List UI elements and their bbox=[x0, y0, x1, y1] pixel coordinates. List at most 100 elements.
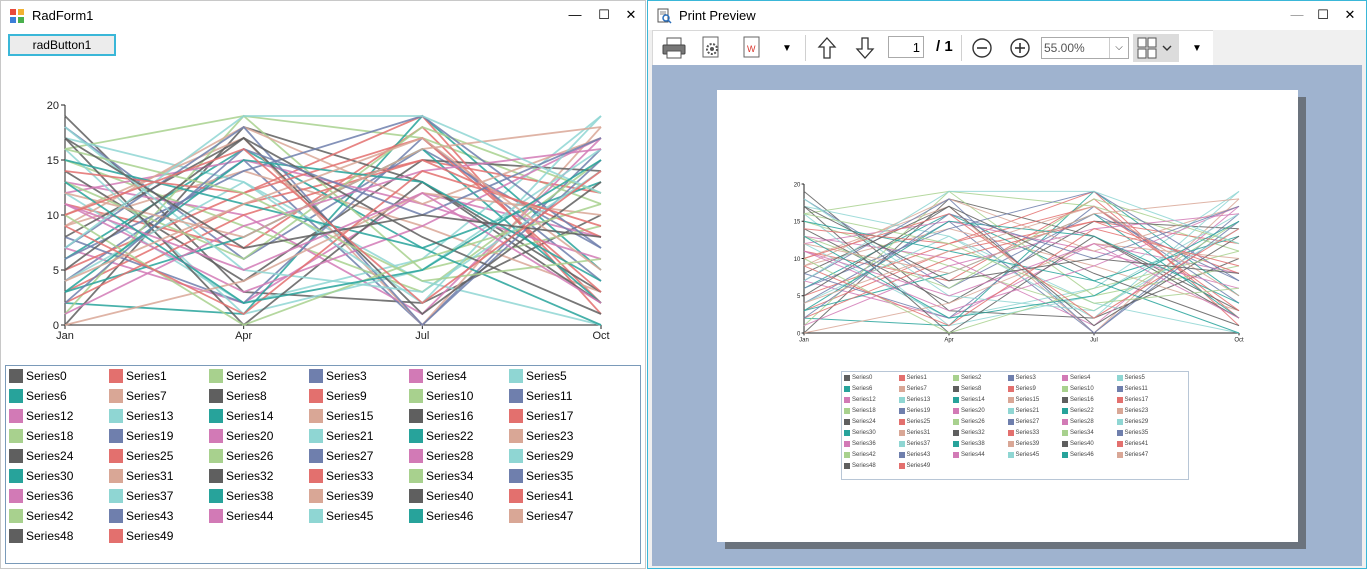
x-tick-label: Jul bbox=[415, 330, 429, 342]
legend-label: Series6 bbox=[26, 389, 67, 403]
preview-legend-swatch bbox=[1116, 441, 1123, 447]
preview-legend-swatch bbox=[1062, 397, 1068, 403]
preview-x-tick-label: Jan bbox=[799, 337, 809, 343]
line-chart: 05101520Jan Apr Jul Oct bbox=[47, 100, 610, 342]
maximize-button[interactable]: ☐ bbox=[592, 5, 616, 25]
rad-button[interactable]: radButton1 bbox=[8, 34, 116, 56]
legend-swatch bbox=[9, 469, 23, 483]
legend-swatch bbox=[109, 449, 123, 463]
printer-icon bbox=[662, 37, 686, 59]
preview-legend-label: Series21 bbox=[1015, 408, 1040, 414]
preview-legend-swatch bbox=[1116, 375, 1123, 381]
more-dropdown-icon[interactable]: ▼ bbox=[779, 34, 795, 62]
preview-legend-label: Series30 bbox=[852, 430, 876, 436]
preview-legend-label: Series48 bbox=[852, 463, 876, 469]
preview-legend-label: Series4 bbox=[1070, 375, 1091, 381]
preview-legend-label: Series40 bbox=[1070, 441, 1094, 447]
close-button[interactable]: ✕ bbox=[619, 5, 643, 25]
maximize-button[interactable]: ☐ bbox=[1311, 5, 1335, 25]
legend-label: Series23 bbox=[526, 429, 574, 443]
preview-legend-swatch bbox=[844, 441, 850, 447]
preview-legend-label: Series34 bbox=[1070, 430, 1094, 436]
legend-swatch bbox=[109, 409, 123, 423]
page-layout-button[interactable] bbox=[1133, 34, 1179, 62]
legend-swatch bbox=[409, 449, 423, 463]
watermark-icon: W bbox=[743, 36, 760, 58]
legend-label: Series8 bbox=[226, 389, 267, 403]
preview-legend-label: Series31 bbox=[906, 430, 931, 436]
legend-label: Series17 bbox=[526, 409, 574, 423]
preview-legend-swatch bbox=[898, 375, 905, 381]
chart-legend: Series0 Series1 Series2 Series3 Series4 Serie… bbox=[5, 365, 641, 564]
radform-title: RadForm1 bbox=[32, 8, 94, 23]
x-tick-label: Apr bbox=[235, 330, 252, 342]
preview-legend-swatch bbox=[898, 419, 905, 425]
form-app-icon bbox=[10, 9, 24, 23]
legend-swatch bbox=[309, 509, 323, 523]
zoom-in-button[interactable] bbox=[1007, 34, 1033, 62]
legend-label: Series18 bbox=[26, 429, 74, 443]
preview-legend-swatch bbox=[898, 386, 905, 392]
legend-label: Series42 bbox=[26, 509, 74, 523]
preview-legend-swatch bbox=[844, 430, 850, 436]
legend-swatch bbox=[9, 489, 23, 503]
preview-legend-swatch bbox=[1062, 452, 1068, 458]
multipage-icon bbox=[1137, 37, 1172, 59]
legend-label: Series46 bbox=[426, 509, 474, 523]
legend-label: Series36 bbox=[26, 489, 74, 503]
legend-swatch bbox=[409, 409, 423, 423]
watermark-button[interactable]: W bbox=[737, 34, 767, 62]
zoom-combobox[interactable]: 55.00% ⌵ bbox=[1041, 37, 1129, 59]
preview-legend-swatch bbox=[1062, 419, 1068, 425]
legend-swatch bbox=[509, 509, 523, 523]
legend-swatch bbox=[209, 449, 223, 463]
legend-swatch bbox=[309, 429, 323, 443]
close-button[interactable]: ✕ bbox=[1338, 5, 1362, 25]
svg-text:W: W bbox=[747, 44, 756, 54]
legend-label: Series41 bbox=[526, 489, 574, 503]
preview-legend-label: Series28 bbox=[1070, 419, 1094, 425]
legend-label: Series24 bbox=[26, 449, 74, 463]
preview-legend-swatch bbox=[953, 375, 959, 381]
zoom-out-button[interactable] bbox=[969, 34, 995, 62]
legend-label: Series38 bbox=[226, 489, 274, 503]
legend-label: Series44 bbox=[226, 509, 274, 523]
preview-area[interactable]: 0 5 10 15 20 Jan Apr Jul Oct Series0 Series1 Serie… bbox=[652, 65, 1362, 566]
legend-swatch bbox=[409, 509, 423, 523]
previous-page-button[interactable] bbox=[813, 34, 841, 62]
legend-label: Series29 bbox=[526, 449, 574, 463]
page-number-input[interactable] bbox=[888, 36, 924, 58]
legend-label: Series10 bbox=[426, 389, 474, 403]
preview-legend-swatch bbox=[844, 419, 850, 425]
preview-legend-label: Series37 bbox=[906, 441, 931, 447]
preview-y-tick-label: 5 bbox=[797, 294, 801, 300]
preview-legend-label: Series0 bbox=[852, 375, 873, 381]
preview-legend-swatch bbox=[1062, 386, 1068, 392]
legend-swatch bbox=[9, 369, 23, 383]
preview-legend-swatch bbox=[1116, 430, 1123, 436]
page-settings-icon bbox=[702, 36, 719, 58]
minimize-button[interactable]: — bbox=[563, 5, 587, 25]
more-dropdown-icon[interactable]: ▼ bbox=[1189, 34, 1205, 62]
preview-legend-label: Series7 bbox=[906, 386, 927, 392]
preview-legend-label: Series2 bbox=[961, 375, 982, 381]
print-button[interactable] bbox=[659, 34, 689, 62]
preview-legend-swatch bbox=[844, 463, 850, 469]
print-settings-button[interactable] bbox=[697, 34, 727, 62]
legend-swatch bbox=[109, 529, 123, 543]
legend-label: Series4 bbox=[426, 369, 467, 383]
radform-titlebar[interactable]: RadForm1 — ☐ ✕ bbox=[1, 1, 645, 30]
next-page-button[interactable] bbox=[851, 34, 879, 62]
legend-swatch bbox=[209, 469, 223, 483]
chevron-down-icon[interactable]: ⌵ bbox=[1109, 38, 1128, 58]
minimize-button[interactable]: — bbox=[1285, 5, 1309, 25]
preview-legend-label: Series3 bbox=[1015, 375, 1036, 381]
preview-series-line bbox=[803, 190, 1240, 327]
preview-legend-label: Series10 bbox=[1070, 386, 1094, 392]
preview-line-chart: 05101520Jan Apr Jul Oct bbox=[794, 182, 1244, 343]
legend-swatch bbox=[309, 489, 323, 503]
legend-label: Series37 bbox=[126, 489, 174, 503]
print-preview-titlebar[interactable]: Print Preview — ☐ ✕ bbox=[648, 1, 1366, 30]
y-tick-label: 20 bbox=[47, 100, 59, 112]
legend-label: Series25 bbox=[126, 449, 174, 463]
